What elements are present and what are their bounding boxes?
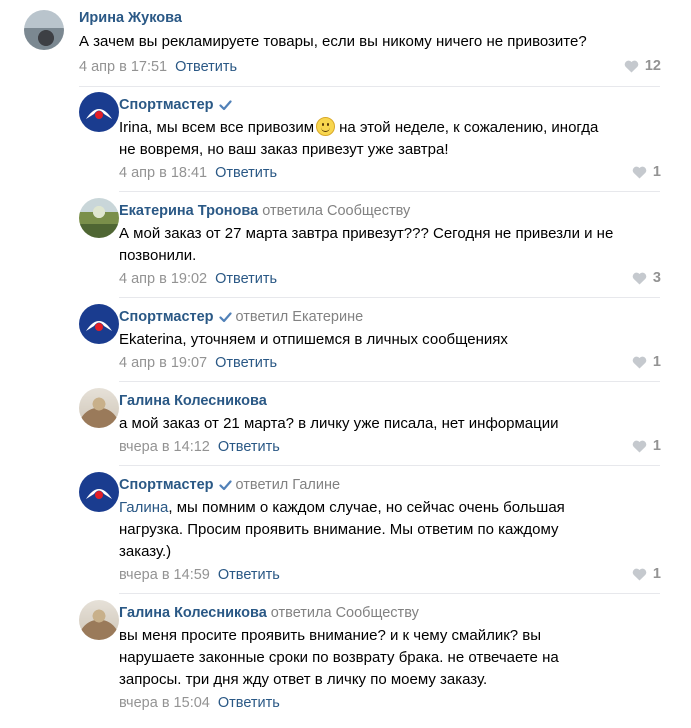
reply-button[interactable]: Ответить [215,355,277,371]
comment-text-part: Irina, мы всем все привозим [119,119,315,136]
separator [119,465,660,466]
like-button[interactable]: 3 [632,270,661,286]
author-name[interactable]: Спортмастер [119,97,214,113]
comment-time[interactable]: вчера в 14:59 [119,567,210,583]
reply-to-label[interactable]: ответила Сообществу [262,203,410,219]
comment-meta: вчера в 15:04 Ответить [119,695,280,711]
comment-author[interactable]: Галина Колесникова [119,393,267,409]
comment-text: А зачем вы рекламируете товары, если вы … [79,31,587,53]
reply-button[interactable]: Ответить [215,271,277,287]
comment-text: Галина, мы помним о каждом случае, но се… [119,497,565,563]
like-button[interactable]: 1 [632,438,661,454]
comment-time[interactable]: 4 апр в 19:07 [119,355,207,371]
reply-button[interactable]: Ответить [218,567,280,583]
like-count: 1 [652,566,661,582]
comment-meta: вчера в 14:12 Ответить [119,439,280,455]
mention-link[interactable]: Галина [119,499,168,516]
avatar[interactable] [79,600,119,640]
avatar[interactable] [79,198,119,238]
reply-button[interactable]: Ответить [215,165,277,181]
brand-logo-icon[interactable] [79,472,119,512]
comment-text-line: заказу.) [119,543,172,560]
comment-text-part: , мы помним о каждом случае, но сейчас о… [168,499,565,516]
comment-text-line: не вовремя, но ваш заказ привезут уже за… [119,141,449,158]
comment-text-line: нагрузка. Просим проявить внимание. Мы о… [119,521,559,538]
comment-text-line: А зачем вы рекламируете товары, если вы … [79,33,587,50]
verified-icon [218,480,232,491]
like-count: 1 [652,354,661,370]
comment-text-line: а мой заказ от 21 марта? в личку уже пис… [119,415,559,432]
separator [119,191,660,192]
avatar[interactable] [79,388,119,428]
separator [119,297,660,298]
reply-to-label[interactable]: ответил Галине [236,477,340,493]
heart-icon [632,440,647,453]
heart-icon [632,356,647,369]
author-name[interactable]: Спортмастер [119,477,214,493]
comment-author[interactable]: Екатерина Тронова ответила Сообществу [119,203,410,219]
avatar[interactable] [24,10,64,50]
comment-time[interactable]: 4 апр в 18:41 [119,165,207,181]
author-name[interactable]: Екатерина Тронова [119,203,258,219]
like-button[interactable]: 1 [632,566,661,582]
reply-button[interactable]: Ответить [218,439,280,455]
comment-time[interactable]: вчера в 15:04 [119,695,210,711]
reply-button[interactable]: Ответить [175,59,237,75]
separator [79,86,660,87]
like-count: 1 [652,438,661,454]
comment-text: Irina, мы всем все привозим на этой недел… [119,117,598,161]
comment-author[interactable]: Ирина Жукова [79,10,182,26]
heart-icon [632,166,647,179]
comment-time[interactable]: 4 апр в 19:02 [119,271,207,287]
heart-icon [632,568,647,581]
comment-meta: 4 апр в 19:07 Ответить [119,355,277,371]
reply-to-label[interactable]: ответил Екатерине [236,309,364,325]
comment-author[interactable]: Спортмастер [119,97,232,113]
comment-meta: вчера в 14:59 Ответить [119,567,280,583]
comment-text-line: Ekaterina, уточняем и отпишемся в личных… [119,331,508,348]
verified-icon [218,100,232,111]
comment-author[interactable]: Спортмастер ответил Екатерине [119,309,363,325]
comment-text: вы меня просите проявить внимание? и к ч… [119,625,559,691]
separator [119,593,660,594]
comment-meta: 4 апр в 18:41 Ответить [119,165,277,181]
comment-time[interactable]: 4 апр в 17:51 [79,59,167,75]
separator [119,381,660,382]
verified-icon [218,312,232,323]
author-name[interactable]: Галина Колесникова [119,605,267,621]
like-button[interactable]: 12 [624,58,661,74]
comment-text: а мой заказ от 21 марта? в личку уже пис… [119,413,559,435]
comment-text-line: позвонили. [119,247,197,264]
comment-text: Ekaterina, уточняем и отпишемся в личных… [119,329,508,351]
comment-text-part: на этой неделе, к сожалению, иногда [339,119,599,136]
brand-logo-icon[interactable] [79,92,119,132]
comment-meta: 4 апр в 19:02 Ответить [119,271,277,287]
brand-logo-icon[interactable] [79,304,119,344]
comment-time[interactable]: вчера в 14:12 [119,439,210,455]
like-count: 1 [652,164,661,180]
comment-text-line: запросы. три дня жду ответ в личку по мо… [119,671,488,688]
like-count: 3 [652,270,661,286]
comment-author[interactable]: Галина Колесникова ответила Сообществу [119,605,419,621]
like-button[interactable]: 1 [632,164,661,180]
heart-icon [624,60,639,73]
reply-button[interactable]: Ответить [218,695,280,711]
comment-meta: 4 апр в 17:51 Ответить [79,59,237,75]
comment-text: А мой заказ от 27 марта завтра привезут?… [119,223,613,267]
comment-text-line: вы меня просите проявить внимание? и к ч… [119,627,542,644]
comment-text-line: нарушаете законные сроки по возврату бра… [119,649,559,666]
smile-emoji-icon [316,117,336,136]
like-count: 12 [644,58,661,74]
author-name[interactable]: Спортмастер [119,309,214,325]
reply-to-label[interactable]: ответила Сообществу [271,605,419,621]
heart-icon [632,272,647,285]
author-name[interactable]: Галина Колесникова [119,393,267,409]
like-button[interactable]: 1 [632,354,661,370]
comment-text-line: А мой заказ от 27 марта завтра привезут?… [119,225,614,242]
comment-author[interactable]: Спортмастер ответил Галине [119,477,340,493]
